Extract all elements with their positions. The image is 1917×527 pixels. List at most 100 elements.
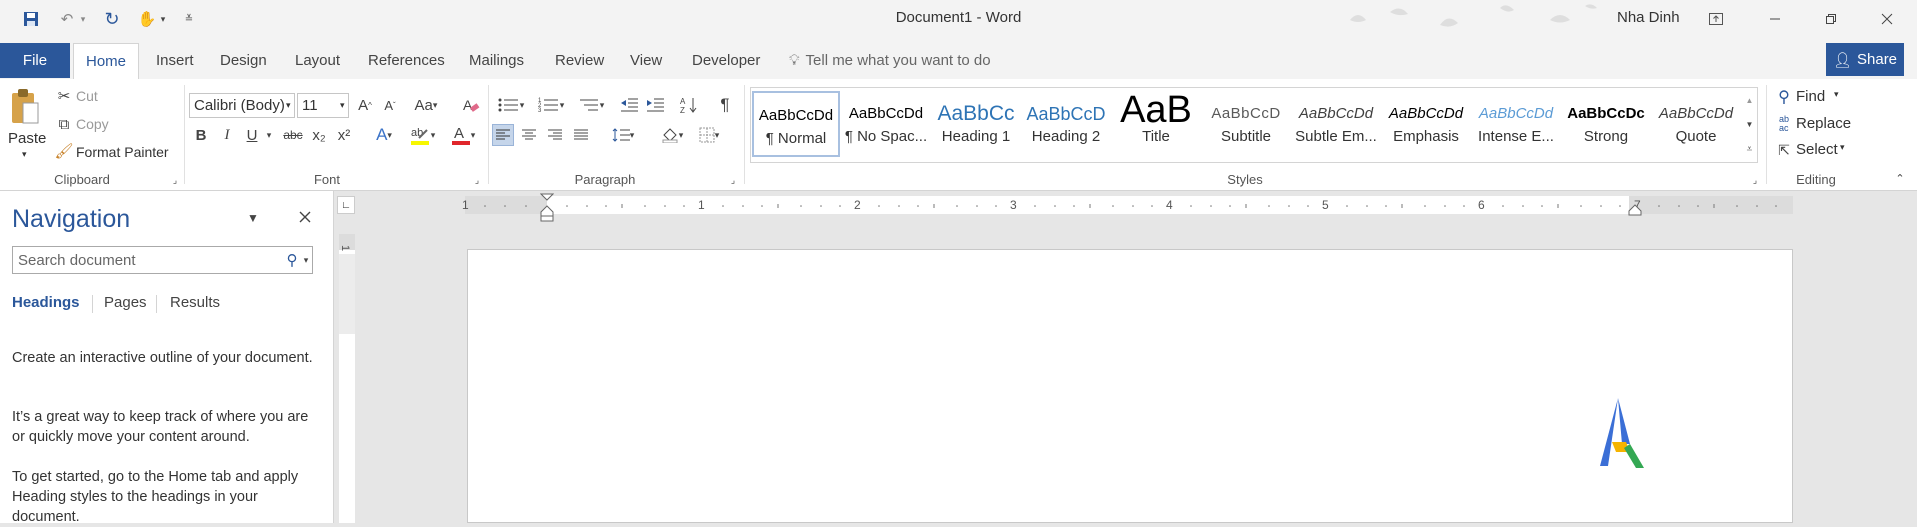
- ribbon-tabs: File Home Insert Design Layout Reference…: [0, 37, 1917, 79]
- font-name-box[interactable]: Calibri (Body) ▾: [189, 93, 295, 118]
- tab-developer[interactable]: Developer: [692, 43, 760, 78]
- paste-button[interactable]: Paste: [8, 130, 46, 147]
- format-painter-button[interactable]: Format Painter: [76, 144, 169, 160]
- tab-design[interactable]: Design: [220, 43, 267, 78]
- tab-review[interactable]: Review: [555, 43, 604, 78]
- style-intense-emphasis[interactable]: AaBbCcDd Intense E...: [1472, 91, 1560, 157]
- nav-help-paragraph: To get started, go to the Home tab and a…: [12, 469, 299, 525]
- numbering-icon[interactable]: 1 2 3 ▾: [534, 93, 568, 117]
- borders-icon[interactable]: ▾: [692, 124, 726, 146]
- copy-button[interactable]: Copy: [76, 116, 109, 132]
- align-right-icon[interactable]: [544, 124, 566, 146]
- select-dropdown-icon[interactable]: ▾: [1840, 142, 1845, 153]
- styles-scroll-up-icon[interactable]: ▲: [1742, 88, 1757, 112]
- decrease-indent-icon[interactable]: [618, 93, 640, 117]
- font-name-dropdown-icon[interactable]: ▾: [286, 100, 291, 111]
- select-button[interactable]: Select: [1796, 141, 1838, 158]
- tab-selector-icon[interactable]: ∟: [337, 196, 355, 214]
- strikethrough-button[interactable]: abc: [280, 123, 306, 147]
- replace-button[interactable]: Replace: [1796, 115, 1851, 132]
- find-dropdown-icon[interactable]: ▾: [1834, 89, 1839, 100]
- style-emphasis[interactable]: AaBbCcDd Emphasis: [1382, 91, 1470, 157]
- align-center-icon[interactable]: [518, 124, 540, 146]
- styles-scroll-down-icon[interactable]: ▼: [1742, 112, 1757, 136]
- search-icon[interactable]: ⚲: [284, 251, 300, 269]
- tab-references[interactable]: References: [368, 43, 445, 78]
- bullets-icon[interactable]: ▾: [494, 93, 528, 117]
- grow-font-icon[interactable]: A ^: [354, 93, 376, 117]
- show-formatting-marks-icon[interactable]: ¶: [714, 93, 736, 117]
- tab-home[interactable]: Home: [73, 43, 140, 79]
- shading-icon[interactable]: ▾: [655, 124, 689, 146]
- bold-button[interactable]: B: [190, 123, 212, 147]
- search-document-box[interactable]: ⚲ ▾: [12, 246, 313, 274]
- style-heading-1[interactable]: AaBbCc Heading 1: [932, 91, 1020, 157]
- superscript-button[interactable]: x²: [333, 123, 355, 147]
- increase-indent-icon[interactable]: [644, 93, 666, 117]
- styles-launcher-icon[interactable]: ⌟: [1750, 175, 1760, 185]
- style-normal[interactable]: AaBbCcDd ¶ Normal: [752, 91, 840, 157]
- minimize-icon[interactable]: [1752, 0, 1798, 37]
- style-no-spacing[interactable]: AaBbCcDd ¶ No Spac...: [842, 91, 930, 157]
- close-pane-icon[interactable]: [295, 206, 315, 228]
- style-strong[interactable]: AaBbCcDc Strong: [1562, 91, 1650, 157]
- find-button[interactable]: Find: [1796, 88, 1825, 105]
- sort-icon[interactable]: AZ: [678, 93, 700, 117]
- multilevel-list-icon[interactable]: ▾: [574, 93, 608, 117]
- change-case-button[interactable]: Aa ▾: [412, 93, 440, 117]
- horizontal-ruler[interactable]: 1 1 2 3 4 5 6 7: [462, 196, 1793, 214]
- highlight-color-icon[interactable]: ab ▾: [405, 123, 439, 147]
- ribbon: Paste ▾ ✂ Cut ⧉ Copy 🖌︎ Format Painter C…: [0, 79, 1917, 191]
- style-sample: AaBbCcDc: [1567, 105, 1645, 122]
- pane-options-icon[interactable]: ▼: [246, 208, 260, 228]
- indent-markers-icon[interactable]: [540, 193, 554, 223]
- paragraph-launcher-icon[interactable]: ⌟: [728, 175, 738, 185]
- paste-icon[interactable]: [10, 87, 40, 127]
- font-color-icon[interactable]: A ▾: [446, 123, 480, 147]
- tab-layout[interactable]: Layout: [295, 43, 340, 78]
- shrink-font-icon[interactable]: Aˇ: [379, 93, 401, 117]
- close-icon[interactable]: [1864, 0, 1910, 37]
- text-effects-icon[interactable]: A ▾: [370, 123, 398, 147]
- style-title[interactable]: AaB Title: [1112, 91, 1200, 157]
- svg-text:3: 3: [538, 108, 542, 113]
- italic-button[interactable]: I: [216, 123, 238, 147]
- nav-tab-headings[interactable]: Headings: [12, 294, 80, 311]
- search-input[interactable]: [16, 247, 270, 273]
- justify-icon[interactable]: [570, 124, 592, 146]
- tab-mailings[interactable]: Mailings: [469, 43, 524, 78]
- nav-tab-results[interactable]: Results: [170, 294, 220, 311]
- style-subtitle[interactable]: AaBbCcD Subtitle: [1202, 91, 1290, 157]
- style-subtle-emphasis[interactable]: AaBbCcDd Subtle Em...: [1292, 91, 1380, 157]
- line-spacing-icon[interactable]: ▾: [606, 124, 640, 146]
- align-left-icon[interactable]: [492, 124, 514, 146]
- share-button[interactable]: 👤︎ Share: [1826, 43, 1904, 76]
- font-size-box[interactable]: 11 ▾: [297, 93, 349, 118]
- ribbon-display-options-icon[interactable]: [1693, 0, 1739, 37]
- font-size-dropdown-icon[interactable]: ▾: [340, 100, 345, 111]
- document-page[interactable]: [467, 249, 1793, 523]
- style-quote[interactable]: AaBbCcDd Quote: [1652, 91, 1740, 157]
- paste-dropdown-icon[interactable]: ▾: [22, 149, 27, 160]
- clear-formatting-icon[interactable]: A: [460, 93, 482, 117]
- clipboard-launcher-icon[interactable]: ⌟: [170, 175, 180, 185]
- cut-button[interactable]: Cut: [76, 88, 98, 104]
- underline-dropdown-icon[interactable]: ▾: [263, 123, 275, 147]
- tell-me-box[interactable]: 💡︎ Tell me what you want to do: [789, 43, 991, 78]
- search-dropdown-icon[interactable]: ▾: [301, 251, 311, 269]
- right-indent-marker-icon[interactable]: [1628, 204, 1642, 216]
- group-label-font: Font: [313, 172, 340, 187]
- restore-icon[interactable]: [1808, 0, 1854, 37]
- user-name[interactable]: Nha Dinh: [1617, 9, 1680, 26]
- underline-button[interactable]: U: [241, 123, 263, 147]
- style-heading-2[interactable]: AaBbCcD Heading 2: [1022, 91, 1110, 157]
- tab-file[interactable]: File: [0, 43, 70, 78]
- tab-view[interactable]: View: [630, 43, 662, 78]
- collapse-ribbon-icon[interactable]: ⌃: [1892, 171, 1908, 185]
- font-launcher-icon[interactable]: ⌟: [472, 175, 482, 185]
- vertical-ruler[interactable]: 1: [339, 234, 355, 523]
- nav-tab-pages[interactable]: Pages: [104, 294, 147, 311]
- styles-more-icon[interactable]: ⩡: [1742, 136, 1757, 162]
- subscript-button[interactable]: x₂: [308, 123, 330, 147]
- tab-insert[interactable]: Insert: [156, 43, 194, 78]
